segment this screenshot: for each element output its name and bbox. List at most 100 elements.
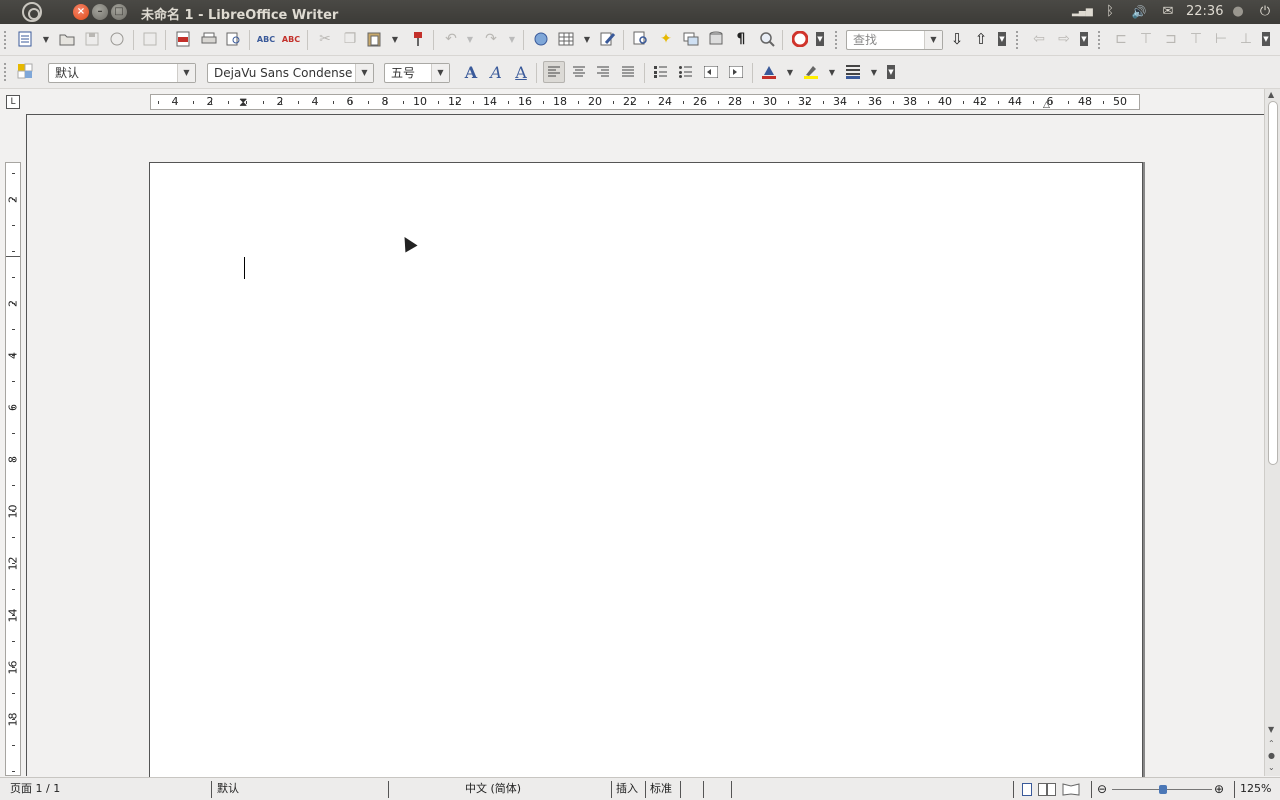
bluetooth-icon[interactable]: ᛒ [1101, 3, 1119, 21]
navigation-icon[interactable]: ● [1268, 751, 1275, 760]
italic-icon[interactable]: A [485, 61, 507, 83]
font-color-icon[interactable] [758, 61, 780, 83]
print-preview-icon[interactable] [223, 28, 245, 50]
tab-stop-selector[interactable]: L [6, 95, 20, 109]
maximize-window-button[interactable]: □ [111, 4, 127, 20]
navigator-icon[interactable]: ✦ [655, 28, 677, 50]
background-color-icon[interactable] [842, 61, 864, 83]
find-next-icon[interactable]: ⇩ [946, 28, 968, 50]
vertical-ruler[interactable]: 224681012141618 [5, 162, 21, 776]
highlighting-dropdown-arrow-icon[interactable]: ▼ [828, 62, 836, 82]
help-icon[interactable] [789, 28, 811, 50]
zoom-out-icon[interactable]: ⊖ [1097, 778, 1107, 800]
align-top-object-icon[interactable]: ⊤ [1185, 28, 1207, 50]
justify-icon[interactable] [617, 61, 639, 83]
decrease-indent-icon[interactable] [700, 61, 722, 83]
align-center-icon[interactable] [568, 61, 590, 83]
power-icon[interactable]: ⏻ [1256, 3, 1274, 21]
paste-icon[interactable] [363, 28, 385, 50]
paragraph-style-select[interactable]: 默认 ▼ [48, 63, 196, 83]
align-middle-object-icon[interactable]: ⊢ [1210, 28, 1232, 50]
undo-dropdown-arrow-icon[interactable]: ▼ [466, 29, 474, 49]
toolbar-grip[interactable] [3, 30, 8, 50]
open-folder-icon[interactable] [56, 28, 78, 50]
multi-page-view-icon[interactable] [1038, 782, 1056, 800]
save-icon[interactable] [81, 28, 103, 50]
vertical-scrollbar[interactable]: ▲ ▼ ⌃ ● ⌄ [1264, 89, 1280, 776]
paragraph-style-dropdown-arrow-icon[interactable]: ▼ [177, 64, 195, 82]
styles-formatting-icon[interactable] [14, 60, 36, 82]
clone-formatting-icon[interactable] [407, 28, 429, 50]
scrollbar-thumb[interactable] [1268, 101, 1278, 465]
autospellcheck-icon[interactable]: ABC [280, 28, 302, 50]
zoom-level[interactable]: 125% [1240, 778, 1271, 800]
horizontal-ruler[interactable]: 4224681012141618202224262830323436384042… [150, 94, 1140, 110]
align-center-object-icon[interactable]: ⊤ [1135, 28, 1157, 50]
single-page-view-icon[interactable] [1022, 782, 1032, 800]
undo-icon[interactable]: ↶ [440, 28, 462, 50]
background-color-dropdown-arrow-icon[interactable]: ▼ [870, 62, 878, 82]
format-toolbar-overflow-icon[interactable]: ▼ [887, 65, 895, 79]
next-page-icon[interactable]: ⇨ [1053, 28, 1075, 50]
toolbar-overflow-icon[interactable]: ▼ [816, 32, 824, 46]
chat-status-icon[interactable]: ● [1229, 3, 1247, 21]
right-indent-marker-icon[interactable]: △ [1043, 99, 1050, 111]
ubuntu-logo-icon[interactable] [22, 2, 42, 22]
email-document-icon[interactable] [106, 28, 128, 50]
export-pdf-icon[interactable] [172, 28, 194, 50]
align-right-object-icon[interactable]: ⊐ [1160, 28, 1182, 50]
page-style[interactable]: 默认 [217, 778, 239, 800]
network-signal-icon[interactable]: ▂▄▆ [1072, 3, 1093, 21]
bullets-icon[interactable] [675, 61, 697, 83]
table-icon[interactable] [555, 28, 577, 50]
redo-dropdown-arrow-icon[interactable]: ▼ [508, 29, 516, 49]
print-icon[interactable] [198, 28, 220, 50]
find-previous-icon[interactable]: ⇧ [970, 28, 992, 50]
new-document-icon[interactable] [14, 28, 36, 50]
previous-object-icon[interactable]: ⌃ [1268, 739, 1275, 748]
font-color-dropdown-arrow-icon[interactable]: ▼ [786, 62, 794, 82]
zoom-slider-thumb[interactable] [1159, 785, 1167, 794]
edit-file-icon[interactable] [139, 28, 161, 50]
align-left-object-icon[interactable]: ⊏ [1110, 28, 1132, 50]
formatting-marks-icon[interactable]: ¶ [730, 28, 752, 50]
selection-mode[interactable]: 标准 [650, 778, 672, 800]
table-dropdown-arrow-icon[interactable]: ▼ [583, 29, 591, 49]
font-size-dropdown-arrow-icon[interactable]: ▼ [431, 64, 449, 82]
minimize-window-button[interactable]: – [92, 4, 108, 20]
align-left-icon[interactable] [543, 61, 565, 83]
clock[interactable]: 22:36 [1186, 4, 1223, 19]
find-input[interactable]: 查找 ▼ [846, 30, 943, 50]
find-dropdown-arrow-icon[interactable]: ▼ [924, 31, 942, 49]
align-toolbar-overflow-icon[interactable]: ▼ [1262, 32, 1270, 46]
redo-icon[interactable]: ↷ [480, 28, 502, 50]
book-view-icon[interactable] [1062, 782, 1080, 800]
highlighting-icon[interactable] [800, 61, 822, 83]
zoom-in-icon[interactable]: ⊕ [1214, 778, 1224, 800]
close-window-button[interactable]: × [73, 4, 89, 20]
scroll-down-icon[interactable]: ▼ [1268, 725, 1274, 734]
hyperlink-icon[interactable] [530, 28, 552, 50]
language[interactable]: 中文 (简体) [465, 778, 521, 800]
cut-icon[interactable]: ✂ [314, 28, 336, 50]
next-object-icon[interactable]: ⌄ [1268, 763, 1275, 772]
previous-page-icon[interactable]: ⇦ [1028, 28, 1050, 50]
font-size-select[interactable]: 五号 ▼ [384, 63, 450, 83]
data-sources-icon[interactable] [705, 28, 727, 50]
zoom-icon[interactable] [756, 28, 778, 50]
page-count[interactable]: 页面 1 / 1 [10, 778, 60, 800]
nav-toolbar-overflow-icon[interactable]: ▼ [1080, 32, 1088, 46]
underline-icon[interactable]: A [510, 61, 532, 83]
spellcheck-icon[interactable]: ABC [255, 28, 277, 50]
numbering-icon[interactable] [650, 61, 672, 83]
align-right-icon[interactable] [592, 61, 614, 83]
document-page[interactable] [149, 162, 1143, 782]
font-name-select[interactable]: DejaVu Sans Condense ▼ [207, 63, 374, 83]
volume-icon[interactable]: 🔊 [1129, 3, 1149, 21]
align-bottom-object-icon[interactable]: ⊥ [1235, 28, 1257, 50]
mail-icon[interactable]: ✉ [1158, 3, 1178, 21]
left-indent-marker-icon[interactable]: ⧗ [239, 95, 247, 109]
font-name-dropdown-arrow-icon[interactable]: ▼ [355, 64, 373, 82]
new-dropdown-arrow-icon[interactable]: ▼ [42, 29, 50, 49]
insert-mode[interactable]: 插入 [616, 778, 638, 800]
